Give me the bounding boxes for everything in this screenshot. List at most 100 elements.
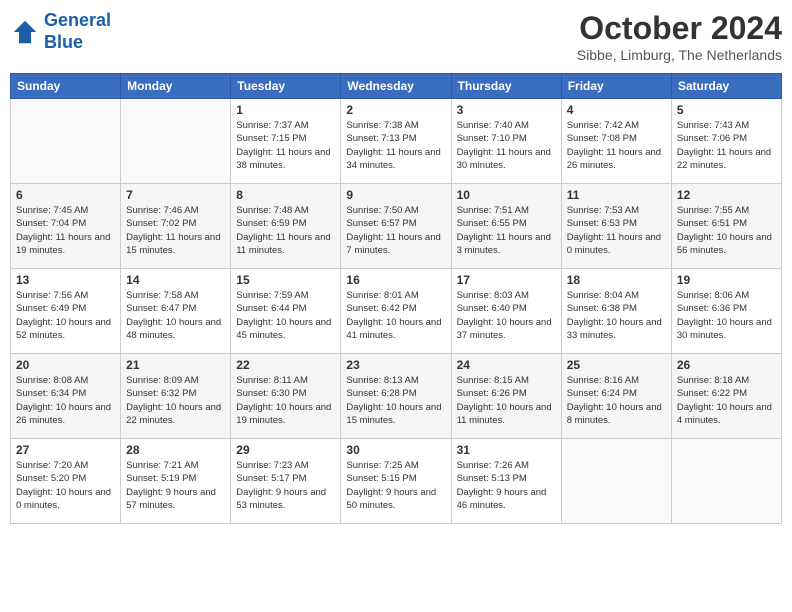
week-row-2: 6 Sunrise: 7:45 AM Sunset: 7:04 PM Daylig… bbox=[11, 184, 782, 269]
day-info: Sunrise: 8:01 AM Sunset: 6:42 PM Dayligh… bbox=[346, 289, 445, 342]
calendar-cell: 14Sunrise: 7:58 AM Sunset: 6:47 PM Dayli… bbox=[121, 269, 231, 354]
day-number: 1 bbox=[236, 103, 335, 117]
day-info: Sunrise: 8:08 AM Sunset: 6:34 PM Dayligh… bbox=[16, 374, 115, 427]
day-number: 24 bbox=[457, 358, 556, 372]
calendar-table: SundayMondayTuesdayWednesdayThursdayFrid… bbox=[10, 73, 782, 524]
calendar-cell: 5Sunrise: 7:43 AM Sunset: 7:06 PM Daylig… bbox=[671, 99, 781, 184]
day-number: 9 bbox=[346, 188, 445, 202]
header-friday: Friday bbox=[561, 74, 671, 99]
title-section: October 2024 Sibbe, Limburg, The Netherl… bbox=[577, 10, 782, 63]
day-info: Sunrise: 7:50 AM Sunset: 6:57 PM Dayligh… bbox=[346, 204, 445, 257]
day-info: Sunrise: 7:26 AM Sunset: 5:13 PM Dayligh… bbox=[457, 459, 556, 512]
day-info: Sunrise: 7:51 AM Sunset: 6:55 PM Dayligh… bbox=[457, 204, 556, 257]
day-info: Sunrise: 7:53 AM Sunset: 6:53 PM Dayligh… bbox=[567, 204, 666, 257]
calendar-cell: 19 Sunrise: 8:06 AM Sunset: 6:36 PM Dayli… bbox=[671, 269, 781, 354]
day-number: 18 bbox=[567, 273, 666, 287]
day-info: Sunrise: 7:58 AM Sunset: 6:47 PM Dayligh… bbox=[126, 289, 225, 342]
day-info: Sunrise: 7:43 AM Sunset: 7:06 PM Dayligh… bbox=[677, 119, 776, 172]
day-number: 29 bbox=[236, 443, 335, 457]
day-info: Sunrise: 7:25 AM Sunset: 5:15 PM Dayligh… bbox=[346, 459, 445, 512]
calendar-cell: 31 Sunrise: 7:26 AM Sunset: 5:13 PM Dayli… bbox=[451, 439, 561, 524]
logo-blue: Blue bbox=[44, 32, 83, 52]
day-number: 16 bbox=[346, 273, 445, 287]
day-number: 23 bbox=[346, 358, 445, 372]
day-info: Sunrise: 7:40 AM Sunset: 7:10 PM Dayligh… bbox=[457, 119, 556, 172]
day-info: Sunrise: 8:06 AM Sunset: 6:36 PM Dayligh… bbox=[677, 289, 776, 342]
calendar-cell: 25 Sunrise: 8:16 AM Sunset: 6:24 PM Dayli… bbox=[561, 354, 671, 439]
page-header: General Blue October 2024 Sibbe, Limburg… bbox=[10, 10, 782, 63]
header-wednesday: Wednesday bbox=[341, 74, 451, 99]
day-info: Sunrise: 8:16 AM Sunset: 6:24 PM Dayligh… bbox=[567, 374, 666, 427]
day-info: Sunrise: 7:45 AM Sunset: 7:04 PM Dayligh… bbox=[16, 204, 115, 257]
day-info: Sunrise: 7:56 AM Sunset: 6:49 PM Dayligh… bbox=[16, 289, 115, 342]
calendar-cell: 6 Sunrise: 7:45 AM Sunset: 7:04 PM Daylig… bbox=[11, 184, 121, 269]
calendar-cell: 21Sunrise: 8:09 AM Sunset: 6:32 PM Dayli… bbox=[121, 354, 231, 439]
calendar-cell: 27Sunrise: 7:20 AM Sunset: 5:20 PM Dayli… bbox=[11, 439, 121, 524]
day-info: Sunrise: 8:13 AM Sunset: 6:28 PM Dayligh… bbox=[346, 374, 445, 427]
day-info: Sunrise: 8:11 AM Sunset: 6:30 PM Dayligh… bbox=[236, 374, 335, 427]
day-info: Sunrise: 7:46 AM Sunset: 7:02 PM Dayligh… bbox=[126, 204, 225, 257]
week-row-4: 20 Sunrise: 8:08 AM Sunset: 6:34 PM Dayli… bbox=[11, 354, 782, 439]
calendar-cell: 8Sunrise: 7:48 AM Sunset: 6:59 PM Daylig… bbox=[231, 184, 341, 269]
day-info: Sunrise: 7:55 AM Sunset: 6:51 PM Dayligh… bbox=[677, 204, 776, 257]
calendar-cell: 26Sunrise: 8:18 AM Sunset: 6:22 PM Dayli… bbox=[671, 354, 781, 439]
calendar-cell: 22 Sunrise: 8:11 AM Sunset: 6:30 PM Dayli… bbox=[231, 354, 341, 439]
calendar-header-row: SundayMondayTuesdayWednesdayThursdayFrid… bbox=[11, 74, 782, 99]
day-number: 10 bbox=[457, 188, 556, 202]
calendar-cell: 7 Sunrise: 7:46 AM Sunset: 7:02 PM Daylig… bbox=[121, 184, 231, 269]
logo-general: General bbox=[44, 10, 111, 30]
calendar-cell: 29 Sunrise: 7:23 AM Sunset: 5:17 PM Dayli… bbox=[231, 439, 341, 524]
calendar-cell: 30 Sunrise: 7:25 AM Sunset: 5:15 PM Dayli… bbox=[341, 439, 451, 524]
day-info: Sunrise: 8:15 AM Sunset: 6:26 PM Dayligh… bbox=[457, 374, 556, 427]
month-title: October 2024 bbox=[577, 10, 782, 47]
logo-text: General Blue bbox=[44, 10, 111, 53]
calendar-cell bbox=[561, 439, 671, 524]
logo-icon bbox=[10, 17, 40, 47]
calendar-cell: 18 Sunrise: 8:04 AM Sunset: 6:38 PM Dayli… bbox=[561, 269, 671, 354]
day-info: Sunrise: 8:03 AM Sunset: 6:40 PM Dayligh… bbox=[457, 289, 556, 342]
calendar-cell: 16 Sunrise: 8:01 AM Sunset: 6:42 PM Dayli… bbox=[341, 269, 451, 354]
day-number: 12 bbox=[677, 188, 776, 202]
day-info: Sunrise: 7:21 AM Sunset: 5:19 PM Dayligh… bbox=[126, 459, 225, 512]
week-row-3: 13Sunrise: 7:56 AM Sunset: 6:49 PM Dayli… bbox=[11, 269, 782, 354]
day-number: 7 bbox=[126, 188, 225, 202]
day-number: 19 bbox=[677, 273, 776, 287]
calendar-cell: 17 Sunrise: 8:03 AM Sunset: 6:40 PM Dayli… bbox=[451, 269, 561, 354]
day-number: 8 bbox=[236, 188, 335, 202]
calendar-cell: 4Sunrise: 7:42 AM Sunset: 7:08 PM Daylig… bbox=[561, 99, 671, 184]
calendar-cell: 3Sunrise: 7:40 AM Sunset: 7:10 PM Daylig… bbox=[451, 99, 561, 184]
week-row-1: 1 Sunrise: 7:37 AM Sunset: 7:15 PM Daylig… bbox=[11, 99, 782, 184]
day-number: 30 bbox=[346, 443, 445, 457]
day-number: 15 bbox=[236, 273, 335, 287]
day-number: 31 bbox=[457, 443, 556, 457]
calendar-cell: 15Sunrise: 7:59 AM Sunset: 6:44 PM Dayli… bbox=[231, 269, 341, 354]
day-number: 27 bbox=[16, 443, 115, 457]
calendar-cell bbox=[121, 99, 231, 184]
calendar-cell bbox=[11, 99, 121, 184]
calendar-cell: 1 Sunrise: 7:37 AM Sunset: 7:15 PM Daylig… bbox=[231, 99, 341, 184]
day-number: 20 bbox=[16, 358, 115, 372]
day-number: 11 bbox=[567, 188, 666, 202]
calendar-cell: 11 Sunrise: 7:53 AM Sunset: 6:53 PM Dayli… bbox=[561, 184, 671, 269]
calendar-cell: 28 Sunrise: 7:21 AM Sunset: 5:19 PM Dayli… bbox=[121, 439, 231, 524]
day-number: 21 bbox=[126, 358, 225, 372]
header-monday: Monday bbox=[121, 74, 231, 99]
day-info: Sunrise: 7:42 AM Sunset: 7:08 PM Dayligh… bbox=[567, 119, 666, 172]
calendar-cell: 13Sunrise: 7:56 AM Sunset: 6:49 PM Dayli… bbox=[11, 269, 121, 354]
day-info: Sunrise: 8:18 AM Sunset: 6:22 PM Dayligh… bbox=[677, 374, 776, 427]
day-number: 17 bbox=[457, 273, 556, 287]
day-info: Sunrise: 7:38 AM Sunset: 7:13 PM Dayligh… bbox=[346, 119, 445, 172]
day-number: 2 bbox=[346, 103, 445, 117]
day-number: 28 bbox=[126, 443, 225, 457]
location-text: Sibbe, Limburg, The Netherlands bbox=[577, 47, 782, 63]
day-number: 25 bbox=[567, 358, 666, 372]
calendar-cell bbox=[671, 439, 781, 524]
day-number: 22 bbox=[236, 358, 335, 372]
day-number: 6 bbox=[16, 188, 115, 202]
header-saturday: Saturday bbox=[671, 74, 781, 99]
calendar-cell: 20 Sunrise: 8:08 AM Sunset: 6:34 PM Dayli… bbox=[11, 354, 121, 439]
day-info: Sunrise: 7:23 AM Sunset: 5:17 PM Dayligh… bbox=[236, 459, 335, 512]
day-info: Sunrise: 7:37 AM Sunset: 7:15 PM Dayligh… bbox=[236, 119, 335, 172]
calendar-cell: 10 Sunrise: 7:51 AM Sunset: 6:55 PM Dayli… bbox=[451, 184, 561, 269]
day-info: Sunrise: 8:04 AM Sunset: 6:38 PM Dayligh… bbox=[567, 289, 666, 342]
